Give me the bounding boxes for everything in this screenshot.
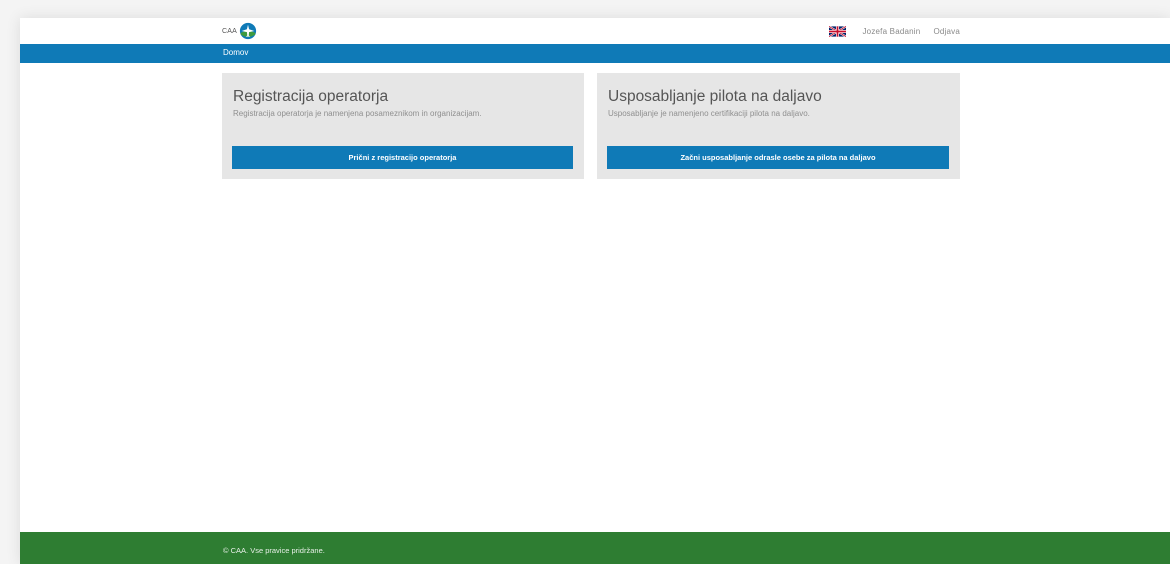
- card-title: Registracija operatorja: [233, 88, 389, 105]
- nav-home-link[interactable]: Domov: [223, 48, 248, 57]
- operator-registration-card: Registracija operatorja Registracija ope…: [222, 73, 584, 179]
- start-operator-registration-button[interactable]: Prični z registracijo operatorja: [232, 146, 573, 169]
- brand[interactable]: CAA: [222, 22, 257, 40]
- user-area: Jozefa Badanin Odjava: [829, 22, 960, 40]
- airplane-globe-logo-icon: [239, 22, 257, 40]
- brand-text: CAA: [222, 27, 237, 35]
- card-title: Usposabljanje pilota na daljavo: [608, 88, 822, 105]
- top-header: CAA Jozefa Badanin Odjava: [20, 18, 1170, 44]
- card-description: Registracija operatorja je namenjena pos…: [233, 109, 482, 118]
- footer: © CAA. Vse pravice pridržane.: [20, 532, 1170, 564]
- main-navbar: Domov: [20, 44, 1170, 63]
- user-name-link[interactable]: Jozefa Badanin: [862, 27, 920, 36]
- uk-flag-icon[interactable]: [829, 25, 847, 37]
- logout-link[interactable]: Odjava: [933, 27, 960, 36]
- remote-pilot-training-card: Usposabljanje pilota na daljavo Usposabl…: [597, 73, 960, 179]
- app-window: CAA Jozefa Badanin Odjava Domov Registra…: [20, 18, 1170, 564]
- copyright-text: © CAA. Vse pravice pridržane.: [223, 546, 325, 555]
- start-pilot-training-button[interactable]: Začni usposabljanje odrasle osebe za pil…: [607, 146, 949, 169]
- card-description: Usposabljanje je namenjeno certifikaciji…: [608, 109, 810, 118]
